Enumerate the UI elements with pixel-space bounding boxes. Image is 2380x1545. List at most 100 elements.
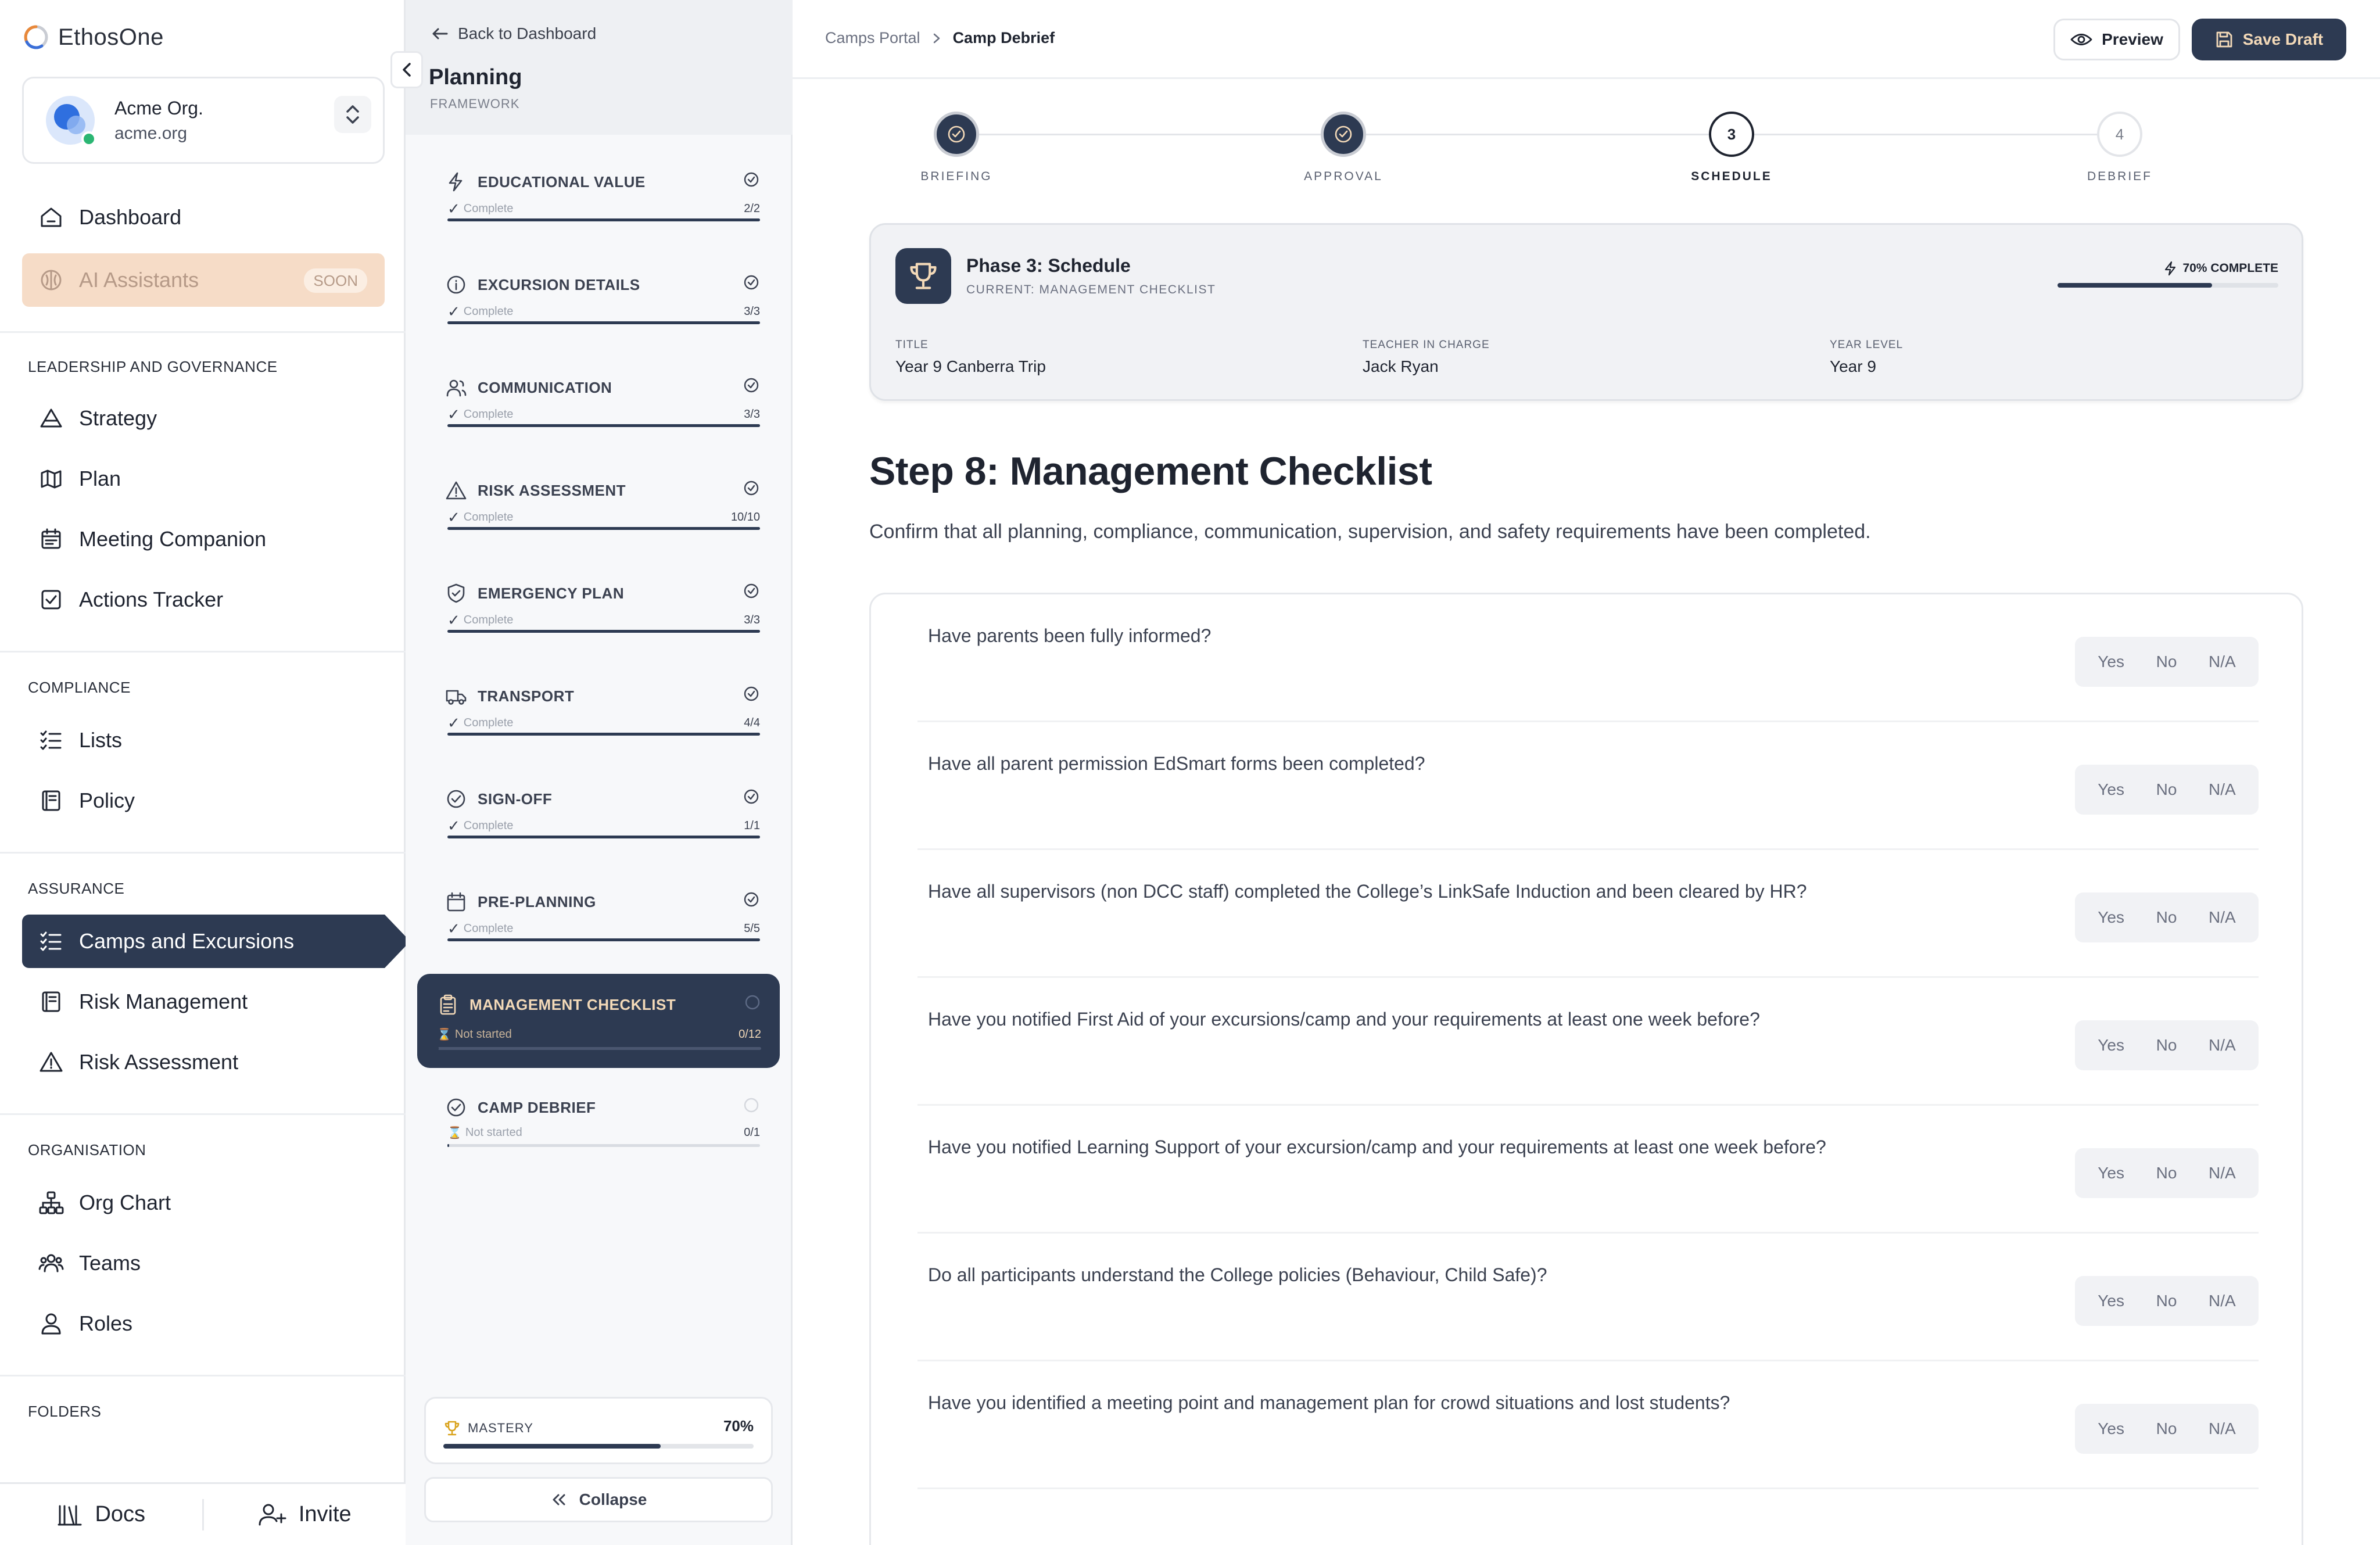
question-text: Have you identified a meeting point and … <box>928 1392 1730 1413</box>
nav-roles[interactable]: Roles <box>22 1297 385 1350</box>
nav-camps-and-excursions[interactable]: Camps and Excursions <box>22 915 410 968</box>
checklist-item: Have parents been fully informed? Yes No N/… <box>917 594 2259 722</box>
nav-risk-assessment[interactable]: Risk Assessment <box>22 1035 385 1089</box>
nav-policy-label: Policy <box>79 788 135 812</box>
check-icon: ✓ <box>447 714 460 732</box>
check-circle-icon <box>948 126 965 143</box>
answer-no-button[interactable]: No <box>2156 1419 2177 1438</box>
breadcrumb-camps-portal[interactable]: Camps Portal <box>825 29 920 47</box>
preview-button[interactable]: Preview <box>2053 19 2180 60</box>
planning-step[interactable]: TRANSPORT ✓ Complete 4/4 <box>437 678 779 759</box>
checklist-item: Have you identified a meeting point and … <box>917 1361 2259 1489</box>
answer-no-button[interactable]: No <box>2156 1164 2177 1182</box>
planning-step[interactable]: EDUCATIONAL VALUE ✓ Complete 2/2 <box>437 164 779 245</box>
answer-yes-button[interactable]: Yes <box>2098 1292 2124 1310</box>
user-icon <box>41 1313 61 1335</box>
section-leadership: LEADERSHIP AND GOVERNANCE <box>28 358 278 375</box>
docs-button[interactable]: Docs <box>0 1484 202 1545</box>
answer-yes-button[interactable]: Yes <box>2098 1164 2124 1182</box>
answer-yes-button[interactable]: Yes <box>2098 908 2124 927</box>
trophy-icon <box>445 1421 460 1436</box>
calendar-icon <box>447 892 465 912</box>
planning-step[interactable]: PRE-PLANNING ✓ Complete 5/5 <box>437 884 779 965</box>
answer-na-button[interactable]: N/A <box>2209 908 2236 927</box>
step-progress-fill <box>447 938 760 941</box>
nav-ai-assistants[interactable]: AI Assistants SOON <box>22 253 385 307</box>
nav-org-chart[interactable]: Org Chart <box>22 1176 385 1229</box>
section-organisation: ORGANISATION <box>28 1141 146 1159</box>
breadcrumb-current: Camp Debrief <box>952 29 1055 46</box>
answer-no-button[interactable]: No <box>2156 780 2177 799</box>
meta-teacher: TEACHER IN CHARGE Jack Ryan <box>1363 339 1490 376</box>
nav-meeting-companion[interactable]: Meeting Companion <box>22 512 385 566</box>
planning-step[interactable]: EXCURSION DETAILS ✓ Complete 3/3 <box>437 267 779 348</box>
answer-na-button[interactable]: N/A <box>2209 1292 2236 1310</box>
stepper-number: 4 <box>2115 125 2124 143</box>
preview-label: Preview <box>2102 30 2163 48</box>
answer-no-button[interactable]: No <box>2156 1036 2177 1055</box>
check-circle-icon <box>744 275 759 290</box>
invite-label: Invite <box>298 1502 352 1526</box>
step-progress-bar <box>447 630 760 633</box>
planning-step[interactable]: RISK ASSESSMENT ✓ Complete 10/10 <box>437 472 779 554</box>
step-status: Complete <box>463 305 514 318</box>
planning-step[interactable]: COMMUNICATION ✓ Complete 3/3 <box>437 370 779 451</box>
answer-no-button[interactable]: No <box>2156 908 2177 927</box>
brand[interactable]: EthosOne <box>22 23 164 51</box>
step-title: COMMUNICATION <box>478 378 612 396</box>
step-title: CAMP DEBRIEF <box>478 1098 596 1116</box>
stepper-circle: 3 <box>1709 112 1754 157</box>
nav-ai-assistants-label: AI Assistants <box>79 268 199 292</box>
nav-dashboard[interactable]: Dashboard <box>22 191 385 244</box>
save-draft-label: Save Draft <box>2242 30 2324 48</box>
collapse-button[interactable]: Collapse <box>424 1477 773 1522</box>
planning-step[interactable]: CAMP DEBRIEF ⌛ Not started 0/1 <box>437 1089 779 1171</box>
planning-step[interactable]: MANAGEMENT CHECKLIST ⌛ Not started 0/12 <box>417 974 780 1068</box>
nav-strategy[interactable]: Strategy <box>22 392 385 445</box>
nav-policy[interactable]: Policy <box>22 774 385 827</box>
answer-yes-button[interactable]: Yes <box>2098 780 2124 799</box>
answer-yes-button[interactable]: Yes <box>2098 1419 2124 1438</box>
nav-risk-management[interactable]: Risk Management <box>22 975 385 1028</box>
check-icon: ✓ <box>447 200 460 217</box>
nav-plan[interactable]: Plan <box>22 452 385 506</box>
answer-na-button[interactable]: N/A <box>2209 1164 2236 1182</box>
stepper-step[interactable]: 3 SCHEDULE <box>1673 112 1790 184</box>
step-progress-fill <box>447 424 760 427</box>
answer-na-button[interactable]: N/A <box>2209 1419 2236 1438</box>
step-heading: Step 8: Management Checklist <box>869 449 1432 493</box>
nav-actions-tracker[interactable]: Actions Tracker <box>22 573 385 626</box>
nav-teams[interactable]: Teams <box>22 1236 385 1290</box>
org-switcher[interactable]: Acme Org. acme.org <box>22 77 385 164</box>
step-progress-fill <box>447 836 760 838</box>
check-icon: ✓ <box>447 817 460 834</box>
answer-yes-button[interactable]: Yes <box>2098 1036 2124 1055</box>
checkbox-icon <box>41 590 61 610</box>
nav-lists[interactable]: Lists <box>22 714 385 767</box>
save-draft-button[interactable]: Save Draft <box>2192 19 2346 60</box>
answer-na-button[interactable]: N/A <box>2209 653 2236 671</box>
planning-step[interactable]: EMERGENCY PLAN ✓ Complete 3/3 <box>437 575 779 657</box>
answer-na-button[interactable]: N/A <box>2209 780 2236 799</box>
soon-badge: SOON <box>304 268 367 293</box>
question-text: Have parents been fully informed? <box>928 625 1211 646</box>
stepper-step[interactable]: 4 DEBRIEF <box>2062 112 2178 184</box>
collapse-sidebar-button[interactable] <box>390 51 423 88</box>
answer-no-button[interactable]: No <box>2156 653 2177 671</box>
stepper-step[interactable]: APPROVAL <box>1285 112 1402 184</box>
planning-step[interactable]: SIGN-OFF ✓ Complete 1/1 <box>437 781 779 862</box>
nav-roles-label: Roles <box>79 1311 133 1335</box>
answer-na-button[interactable]: N/A <box>2209 1036 2236 1055</box>
back-to-dashboard-link[interactable]: Back to Dashboard <box>431 24 596 43</box>
answer-no-button[interactable]: No <box>2156 1292 2177 1310</box>
chevron-up-down-icon[interactable] <box>334 96 371 133</box>
arrow-left-icon <box>432 28 448 40</box>
phase-completion: 70% COMPLETE <box>2164 261 2278 276</box>
invite-button[interactable]: Invite <box>204 1484 406 1545</box>
step-status: Not started <box>465 1126 522 1139</box>
warning-icon <box>446 481 467 500</box>
check-icon: ✓ <box>447 406 460 423</box>
answer-yes-button[interactable]: Yes <box>2098 653 2124 671</box>
stepper-step[interactable]: BRIEFING <box>898 112 1015 184</box>
step-title: RISK ASSESSMENT <box>478 481 626 499</box>
